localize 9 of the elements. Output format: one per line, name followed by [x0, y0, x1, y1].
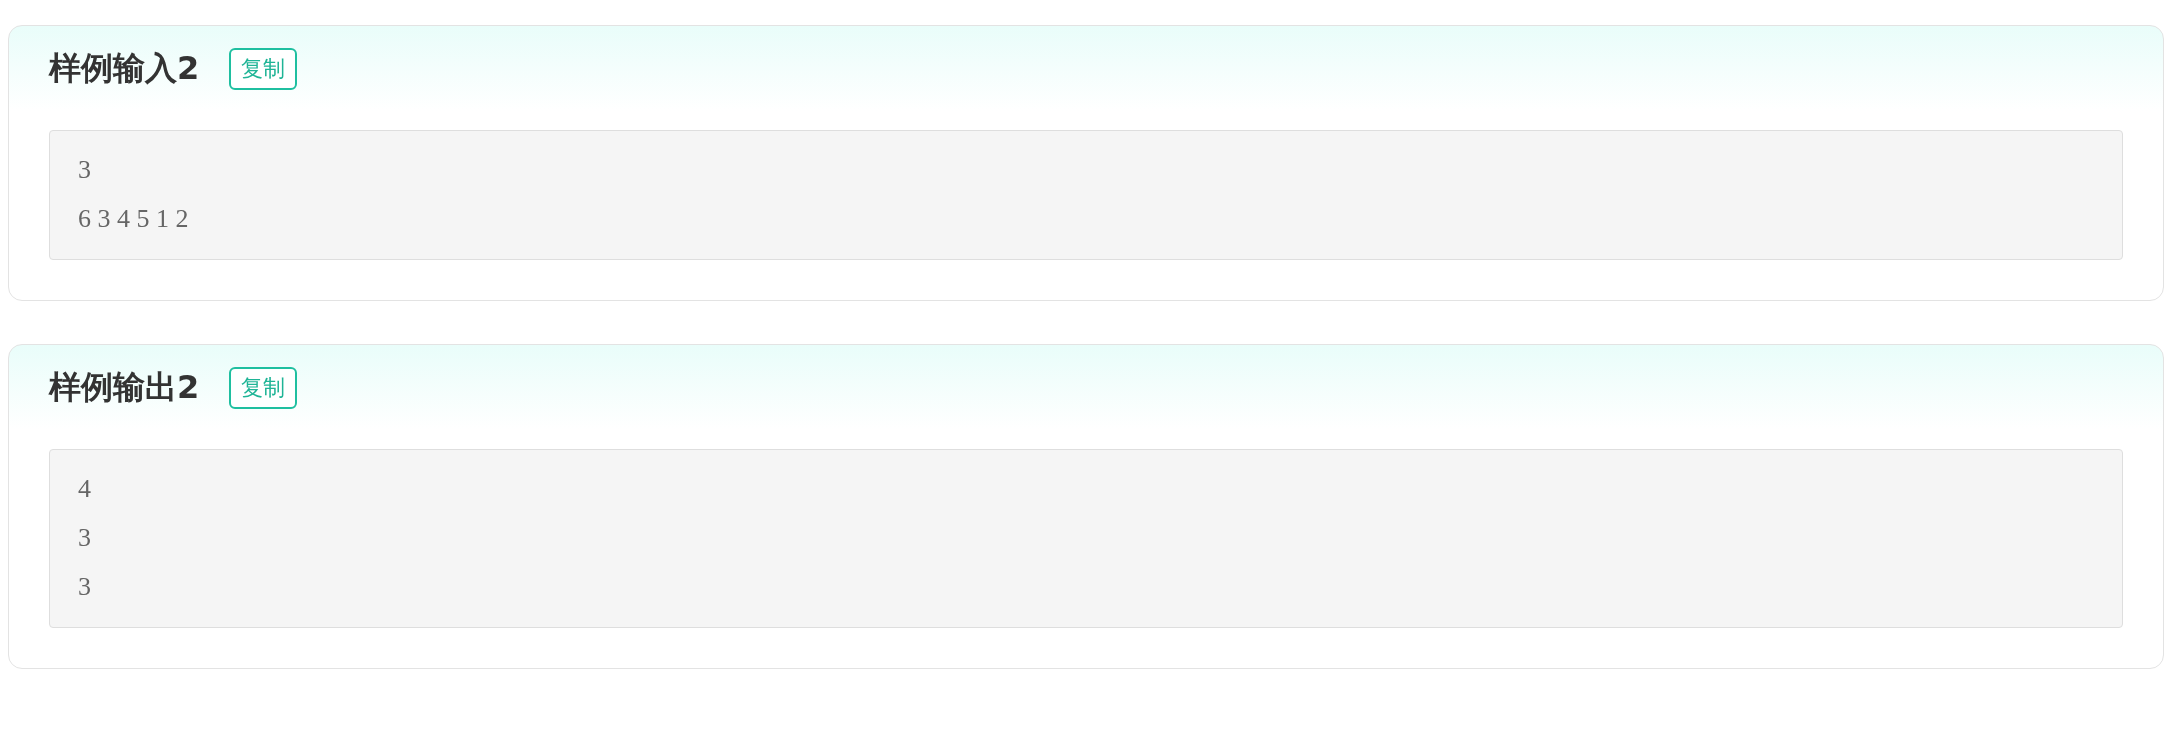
- copy-button[interactable]: 复制: [229, 48, 298, 90]
- section-title: 样例输入2: [49, 48, 200, 89]
- code-line: 3: [78, 571, 92, 603]
- code-line: 3: [78, 154, 92, 186]
- code-line: 3: [78, 522, 92, 554]
- code-line: 4: [78, 473, 92, 505]
- copy-button[interactable]: 复制: [229, 367, 298, 409]
- section-title: 样例输出2: [49, 367, 200, 408]
- code-line: 6 3 4 5 1 2: [78, 203, 190, 235]
